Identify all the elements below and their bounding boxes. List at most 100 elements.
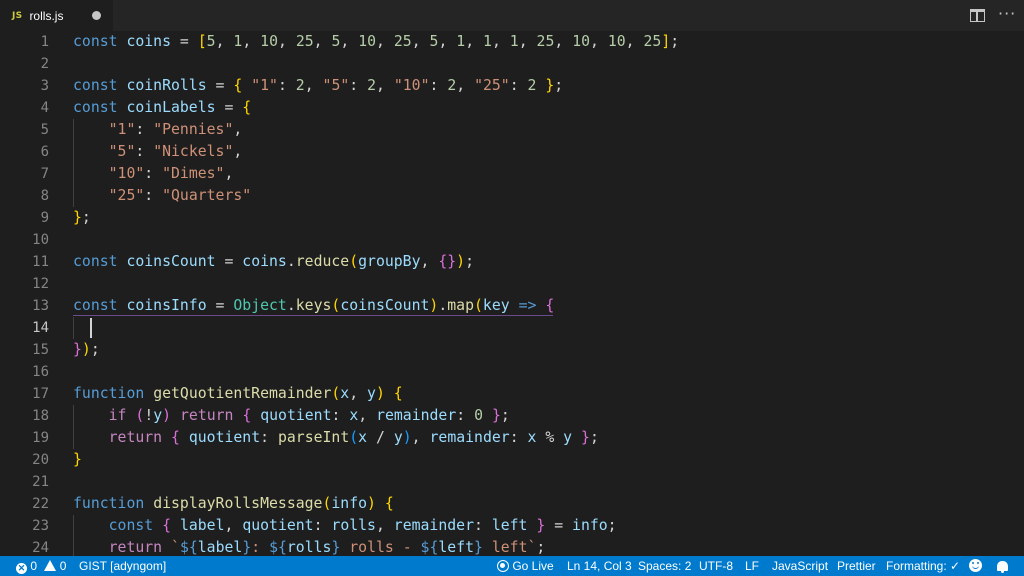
code-line[interactable]: 24 return `${label}: ${rolls} rolls - ${… xyxy=(0,537,1024,556)
code-line[interactable]: 12 xyxy=(0,273,1024,295)
code-line[interactable]: 7 "10": "Dimes", xyxy=(0,163,1024,185)
tab-filename: rolls.js xyxy=(29,8,64,23)
warning-count: 0 xyxy=(59,559,67,573)
language-mode[interactable]: JavaScript xyxy=(772,556,828,576)
code-text: const coinsInfo = Object.keys(coinsCount… xyxy=(73,297,555,314)
code-line[interactable]: 8 "25": "Quarters" xyxy=(0,185,1024,207)
line-number: 18 xyxy=(32,408,49,424)
line-number: 17 xyxy=(32,386,49,402)
code-text: "5": "Nickels", xyxy=(108,143,243,160)
line-number: 23 xyxy=(32,518,49,534)
prettier-status[interactable]: Prettier xyxy=(837,556,876,576)
error-count: 0 xyxy=(30,559,38,573)
code-line[interactable]: 22 function displayRollsMessage(info) { xyxy=(0,493,1024,515)
status-bar: ✕ 0 0 GIST [adyngom] Go Live Ln 14, Col … xyxy=(0,556,1024,576)
javascript-file-icon: JS xyxy=(12,10,23,21)
code-text: const { label, quotient: rolls, remainde… xyxy=(108,517,617,534)
line-number: 3 xyxy=(40,78,49,94)
line-number: 12 xyxy=(32,276,49,292)
code-editor[interactable]: 1 const coins = [5, 1, 10, 25, 5, 10, 25,… xyxy=(0,31,1024,556)
broadcast-icon xyxy=(497,560,509,572)
cursor-position[interactable]: Ln 14, Col 3 xyxy=(567,556,632,576)
line-number: 11 xyxy=(32,254,49,270)
tab-bar: JS rolls.js ··· xyxy=(0,0,1024,31)
code-line[interactable]: 18 if (!y) return { quotient: x, remaind… xyxy=(0,405,1024,427)
code-text: }; xyxy=(73,209,91,226)
code-line[interactable]: 1 const coins = [5, 1, 10, 25, 5, 10, 25,… xyxy=(0,31,1024,53)
line-number: 5 xyxy=(40,122,49,138)
indent-guide xyxy=(73,317,74,339)
line-number: 8 xyxy=(40,188,49,204)
problems-indicator[interactable]: ✕ 0 0 xyxy=(16,556,66,576)
code-text: } xyxy=(73,451,82,468)
unsaved-dot-icon[interactable] xyxy=(92,11,101,20)
code-line[interactable]: 6 "5": "Nickels", xyxy=(0,141,1024,163)
split-editor-icon[interactable] xyxy=(970,9,985,22)
code-text: const coinLabels = { xyxy=(73,99,252,116)
code-line[interactable]: 5 "1": "Pennies", xyxy=(0,119,1024,141)
line-number: 22 xyxy=(32,496,49,512)
code-line[interactable]: 3 const coinRolls = { "1": 2, "5": 2, "10… xyxy=(0,75,1024,97)
error-icon: ✕ xyxy=(16,563,27,574)
indent-guide xyxy=(73,515,74,556)
eol-setting[interactable]: LF xyxy=(745,556,759,576)
line-number: 2 xyxy=(40,56,49,72)
code-line[interactable]: 2 xyxy=(0,53,1024,75)
bell-icon xyxy=(997,561,1008,573)
code-line[interactable]: 9}; xyxy=(0,207,1024,229)
code-text: function displayRollsMessage(info) { xyxy=(73,495,394,512)
gist-indicator[interactable]: GIST [adyngom] xyxy=(79,556,166,576)
bracket-pair-underline xyxy=(73,315,553,316)
line-number: 9 xyxy=(40,210,49,226)
code-text: function getQuotientRemainder(x, y) { xyxy=(73,385,403,402)
warning-icon xyxy=(44,560,57,571)
code-line[interactable]: 17 function getQuotientRemainder(x, y) { xyxy=(0,383,1024,405)
indentation-setting[interactable]: Spaces: 2 xyxy=(638,556,691,576)
go-live-button[interactable]: Go Live xyxy=(497,556,554,576)
code-text: "25": "Quarters" xyxy=(108,187,252,204)
text-cursor xyxy=(90,318,92,338)
more-actions-icon[interactable]: ··· xyxy=(998,6,1016,22)
code-line[interactable]: 21 xyxy=(0,471,1024,493)
encoding-setting[interactable]: UTF-8 xyxy=(699,556,733,576)
code-text: return `${label}: ${rolls} rolls - ${lef… xyxy=(108,539,546,556)
line-number: 24 xyxy=(32,540,49,556)
line-number: 21 xyxy=(32,474,49,490)
line-number: 1 xyxy=(40,34,49,50)
code-text: const coinsCount = coins.reduce(groupBy,… xyxy=(73,253,474,270)
indent-guide xyxy=(73,119,74,207)
code-line[interactable]: 15}); xyxy=(0,339,1024,361)
code-line[interactable]: 13 const coinsInfo = Object.keys(coinsCou… xyxy=(0,295,1024,317)
code-text: "10": "Dimes", xyxy=(108,165,234,182)
code-line[interactable]: 16 xyxy=(0,361,1024,383)
line-number: 7 xyxy=(40,166,49,182)
go-live-label: Go Live xyxy=(512,559,554,573)
smiley-icon xyxy=(969,559,982,572)
line-number: 16 xyxy=(32,364,49,380)
line-number: 10 xyxy=(32,232,49,248)
notifications-bell-icon[interactable] xyxy=(997,556,1008,576)
code-line[interactable]: 14 xyxy=(0,317,1024,339)
code-text: if (!y) return { quotient: x, remainder:… xyxy=(108,407,510,424)
code-text: "1": "Pennies", xyxy=(108,121,243,138)
code-text: }); xyxy=(73,341,100,358)
code-line[interactable]: 11 const coinsCount = coins.reduce(groupB… xyxy=(0,251,1024,273)
line-number: 19 xyxy=(32,430,49,446)
formatting-status[interactable]: Formatting: ✓ xyxy=(886,556,960,576)
code-text: return { quotient: parseInt(x / y), rema… xyxy=(108,429,599,446)
line-number: 6 xyxy=(40,144,49,160)
line-number: 4 xyxy=(40,100,49,116)
code-line[interactable]: 10 xyxy=(0,229,1024,251)
code-line[interactable]: 20} xyxy=(0,449,1024,471)
code-text: const coinRolls = { "1": 2, "5": 2, "10"… xyxy=(73,77,564,94)
code-text: const coins = [5, 1, 10, 25, 5, 10, 25, … xyxy=(73,33,680,50)
line-number: 14 xyxy=(32,320,49,336)
editor-tab-rolls-js[interactable]: JS rolls.js xyxy=(0,0,113,31)
line-number: 20 xyxy=(32,452,49,468)
feedback-smiley-icon[interactable] xyxy=(969,556,982,576)
code-line[interactable]: 4 const coinLabels = { xyxy=(0,97,1024,119)
code-line[interactable]: 23 const { label, quotient: rolls, remai… xyxy=(0,515,1024,537)
line-number: 15 xyxy=(32,342,49,358)
code-line[interactable]: 19 return { quotient: parseInt(x / y), r… xyxy=(0,427,1024,449)
indent-guide xyxy=(73,405,74,449)
